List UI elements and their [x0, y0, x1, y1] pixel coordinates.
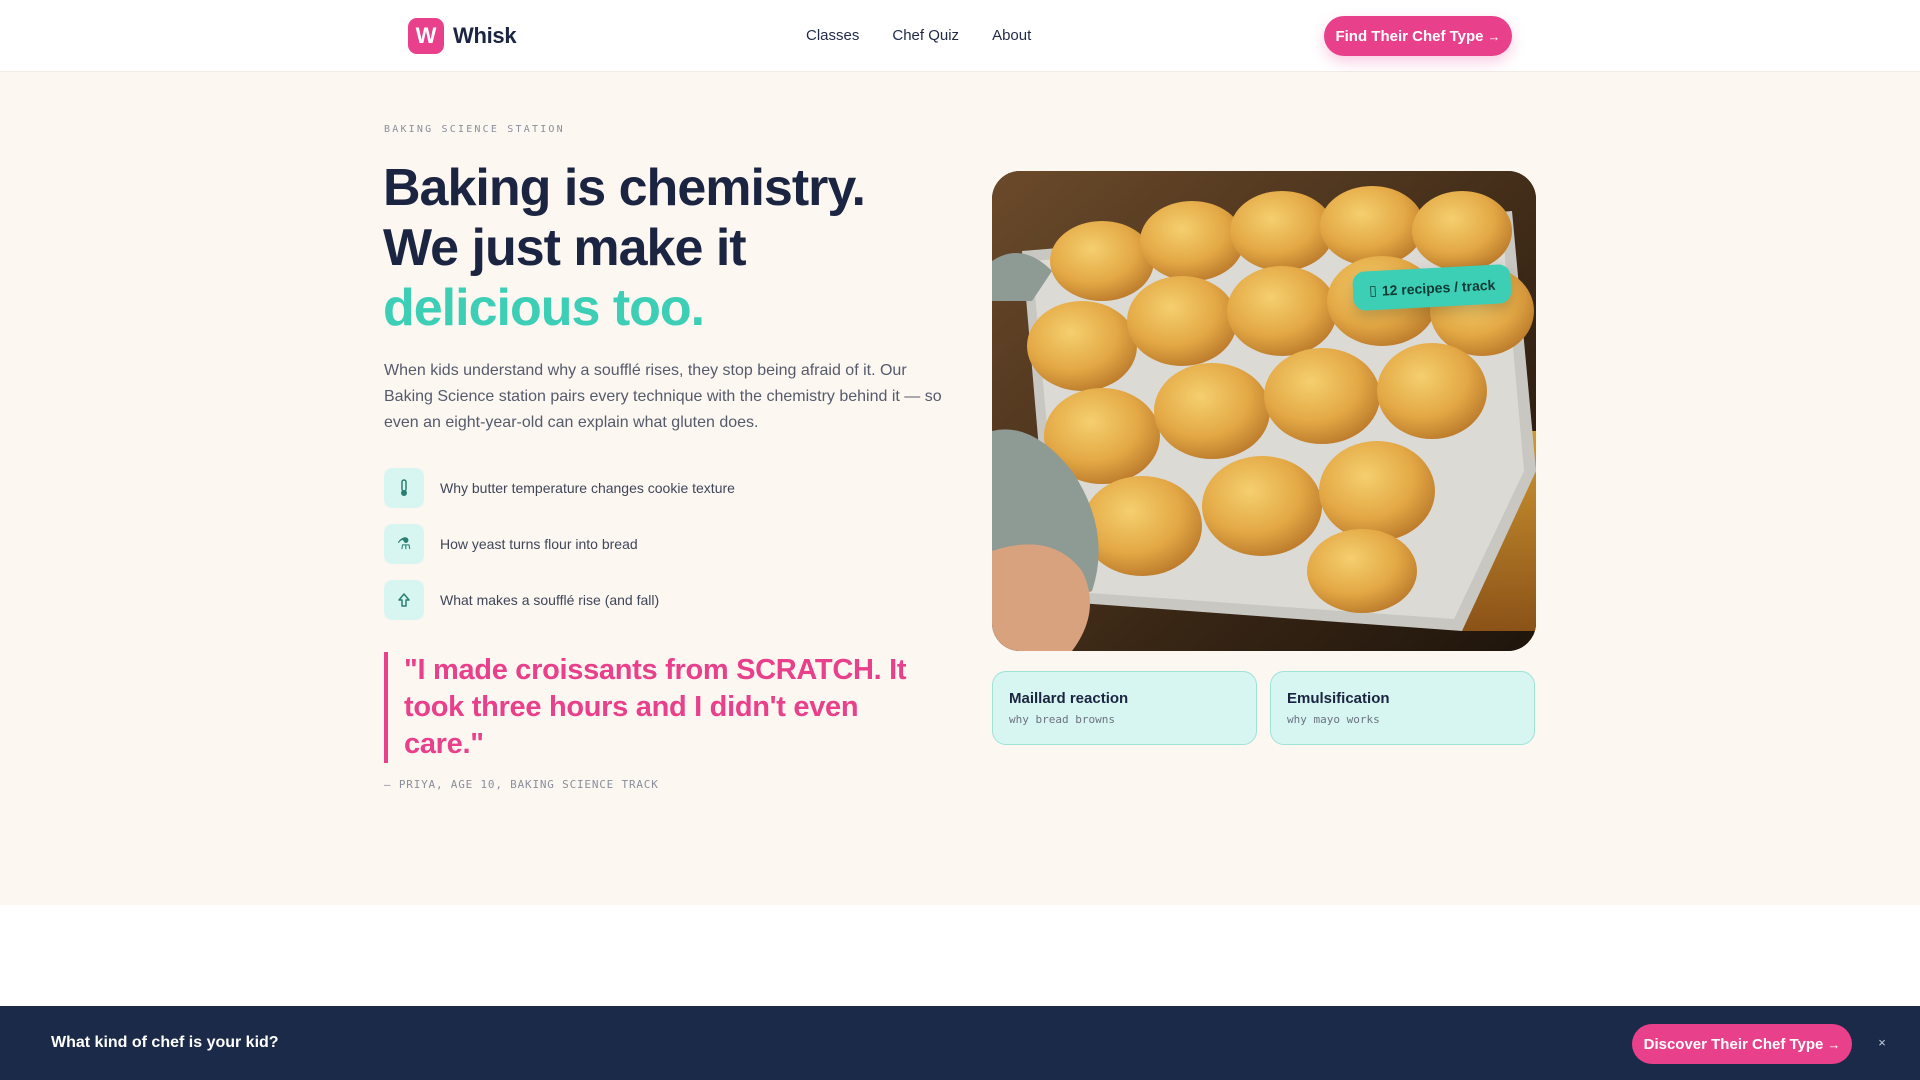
quote-citation: — PRIYA, AGE 10, BAKING SCIENCE TRACK: [384, 778, 659, 791]
card-title: Maillard reaction: [1009, 690, 1129, 707]
card-subtitle: why mayo works: [1287, 713, 1380, 726]
hero-intro: When kids understand why a soufflé rises…: [384, 362, 942, 431]
card-title: Emulsification: [1287, 690, 1390, 707]
feature-text: What makes a soufflé rise (and fall): [440, 592, 660, 608]
flask-icon: ⚗: [384, 524, 424, 564]
testimonial-quote: "I made croissants from SCRATCH. It took…: [384, 652, 944, 763]
sticky-quiz-bar: What kind of chef is your kid? Discover …: [0, 1006, 1920, 1080]
hero-headline: Baking is chemistry. We just make it del…: [383, 158, 943, 338]
bread-rolls-photo: [992, 171, 1536, 651]
headline-accent: delicious too.: [383, 279, 705, 337]
find-chef-type-button[interactable]: Find Their Chef Type →: [1324, 16, 1512, 56]
book-icon: ▯: [1368, 281, 1378, 299]
feature-list: Why butter temperature changes cookie te…: [384, 468, 944, 636]
headline-line-2: We just make it: [383, 219, 747, 277]
arrow-right-icon: →: [1827, 1036, 1841, 1052]
headline-line-1: Baking is chemistry.: [383, 159, 866, 217]
discover-chef-type-label: Discover Their Chef Type: [1643, 1035, 1824, 1053]
recipes-badge: ▯ 12 recipes / track: [1352, 263, 1513, 312]
list-item: ⚗ How yeast turns flour into bread: [384, 524, 944, 564]
bread-tray-illustration: [992, 171, 1536, 651]
discover-chef-type-button[interactable]: Discover Their Chef Type →: [1632, 1024, 1852, 1064]
brand-name: Whisk: [453, 23, 517, 48]
nav-link-about[interactable]: About: [992, 27, 1031, 44]
arrow-right-icon: →: [1487, 28, 1501, 44]
close-icon[interactable]: ×: [1874, 1034, 1890, 1050]
find-chef-type-label: Find Their Chef Type: [1335, 27, 1484, 45]
list-item: Why butter temperature changes cookie te…: [384, 468, 944, 508]
top-nav: W Whisk Classes Chef Quiz About Find The…: [0, 0, 1920, 72]
feature-text: How yeast turns flour into bread: [440, 536, 638, 552]
nav-link-chef-quiz[interactable]: Chef Quiz: [892, 27, 959, 44]
quote-text: "I made croissants from SCRATCH. It took…: [404, 654, 907, 760]
quiz-prompt: What kind of chef is your kid?: [51, 1034, 279, 1051]
thermometer-icon: [384, 468, 424, 508]
card-maillard-reaction: Maillard reaction why bread browns: [992, 671, 1257, 745]
feature-text: Why butter temperature changes cookie te…: [440, 480, 735, 496]
logo[interactable]: W Whisk: [408, 18, 517, 54]
card-emulsification: Emulsification why mayo works: [1270, 671, 1535, 745]
nav-links: Classes Chef Quiz About: [806, 27, 1031, 44]
recipes-badge-text: 12 recipes / track: [1381, 276, 1496, 299]
list-item: What makes a soufflé rise (and fall): [384, 580, 944, 620]
card-subtitle: why bread browns: [1009, 713, 1115, 726]
section-eyebrow: BAKING SCIENCE STATION: [384, 124, 565, 135]
rise-icon: [384, 580, 424, 620]
nav-link-classes[interactable]: Classes: [806, 27, 859, 44]
chemistry-cards: Maillard reaction why bread browns Emuls…: [992, 671, 1535, 745]
logo-mark: W: [408, 18, 444, 54]
baking-science-section: BAKING SCIENCE STATION Baking is chemist…: [0, 72, 1920, 905]
